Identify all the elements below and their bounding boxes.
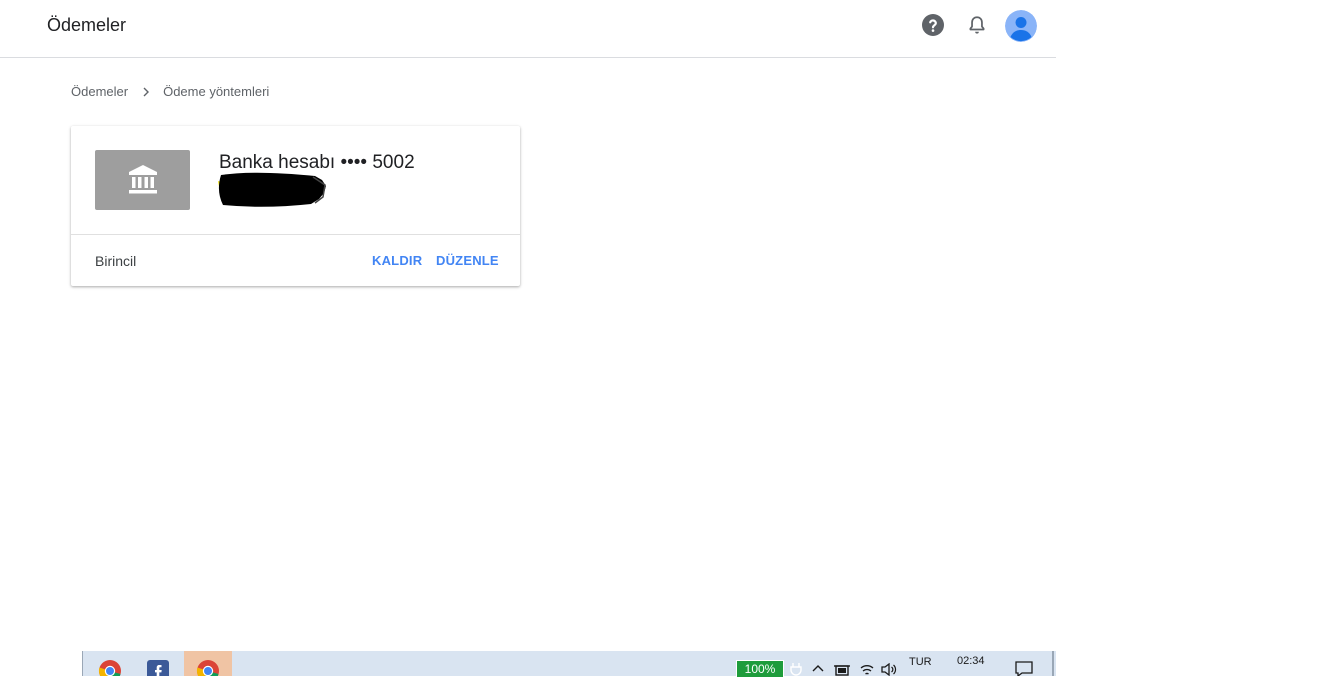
input-language-indicator[interactable]: TUR (909, 656, 932, 668)
chrome-icon[interactable] (86, 651, 134, 676)
windows-taskbar: TUR 02:34 (0, 651, 1056, 676)
action-center-icon[interactable] (1015, 661, 1033, 676)
power-plug-icon (790, 663, 802, 676)
help-icon[interactable] (921, 13, 945, 37)
breadcrumb-current: Ödeme yöntemleri (163, 84, 270, 99)
notifications-bell-icon[interactable] (965, 13, 989, 37)
chrome-icon[interactable] (184, 651, 232, 676)
card-divider (71, 234, 520, 235)
device-icon[interactable] (834, 663, 850, 676)
show-desktop-button[interactable] (1052, 651, 1054, 676)
battery-percent: 100% (736, 660, 784, 678)
redacted-account-details (215, 171, 327, 209)
facebook-icon[interactable] (134, 651, 182, 676)
taskbar-search-box[interactable] (0, 651, 83, 676)
bank-icon (95, 150, 190, 210)
payments-app: Ödemeler Ödemeler Ödeme yöntemleri Banka… (0, 0, 1056, 651)
wifi-icon[interactable] (860, 663, 874, 676)
clock-time[interactable]: 02:34 (957, 655, 985, 667)
payment-method-card: Banka hesabı •••• 5002 Birincil KALDIR D… (71, 126, 520, 286)
top-bar: Ödemeler (0, 0, 1056, 58)
edit-button[interactable]: DÜZENLE (436, 253, 499, 268)
avatar[interactable] (1005, 10, 1037, 42)
breadcrumb: Ödemeler Ödeme yöntemleri (71, 84, 269, 99)
chevron-up-icon[interactable] (812, 663, 824, 673)
app-title: Ödemeler (47, 15, 127, 35)
volume-icon[interactable] (881, 663, 897, 676)
chevron-right-icon (142, 87, 150, 97)
primary-status-label: Birincil (95, 253, 137, 269)
remove-button[interactable]: KALDIR (372, 253, 422, 268)
breadcrumb-link-payments[interactable]: Ödemeler (71, 84, 128, 99)
